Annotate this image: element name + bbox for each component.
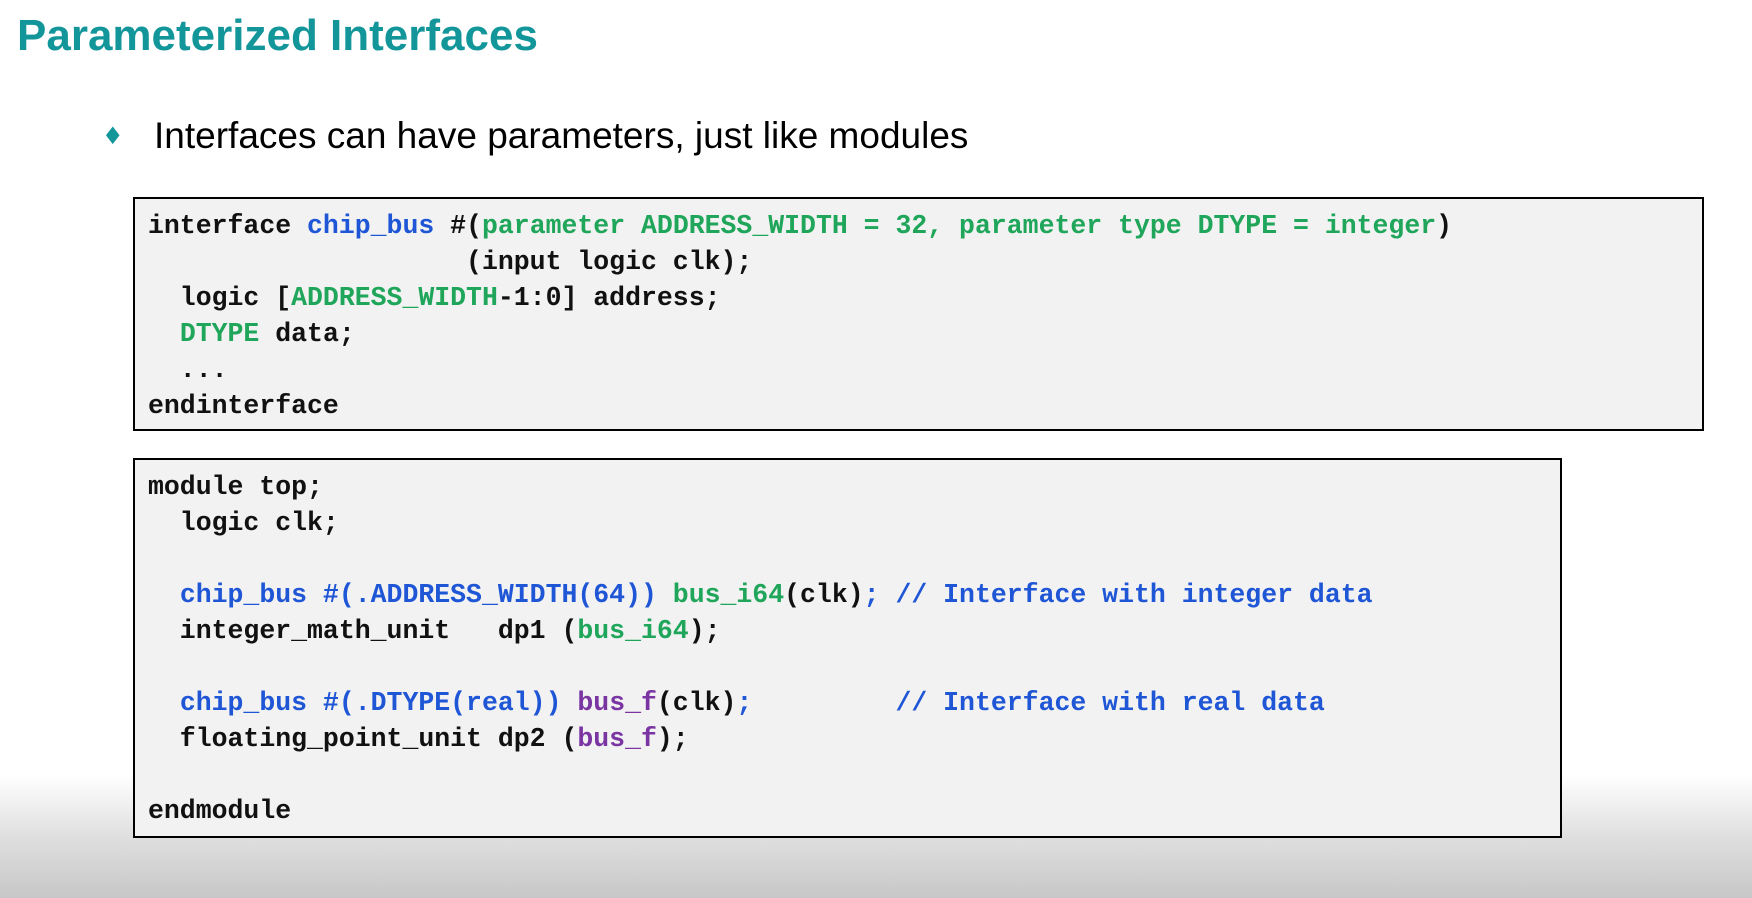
code-line: DTYPE data; — [148, 316, 1702, 352]
code-token: ... — [148, 355, 228, 385]
bullet-text: Interfaces can have parameters, just lik… — [154, 115, 969, 156]
code-line: ... — [148, 352, 1702, 388]
code-token: chip_bus #(.ADDRESS_WIDTH(64)) — [179, 580, 657, 610]
code-token: ADDRESS_WIDTH — [291, 283, 498, 313]
code-token: (clk) — [656, 688, 737, 718]
code-line: logic clk; — [148, 505, 1560, 541]
code-token: parameter ADDRESS_WIDTH = 32, parameter … — [481, 211, 1437, 241]
module-code-block: module top; logic clk; chip_bus #(.ADDRE… — [133, 458, 1562, 838]
code-token: module top; — [148, 472, 323, 502]
code-token: ); — [688, 616, 721, 646]
code-token: bus_f — [577, 688, 657, 718]
code-token: #( — [434, 211, 482, 241]
code-line: module top; — [148, 469, 1560, 505]
code-token: (clk) — [784, 580, 864, 610]
code-token: DTYPE — [179, 319, 260, 349]
code-token: endinterface — [148, 391, 339, 421]
interface-code-block: interface chip_bus #(parameter ADDRESS_W… — [133, 197, 1704, 431]
code-token: chip_bus — [307, 211, 435, 241]
code-token: chip_bus #(.DTYPE(real)) — [179, 688, 562, 718]
code-token: bus_i64 — [672, 580, 785, 610]
code-line: logic [ADDRESS_WIDTH-1:0] address; — [148, 280, 1702, 316]
slide-title: Parameterized Interfaces — [17, 11, 538, 60]
code-line: endinterface — [148, 388, 1702, 424]
code-line: integer_math_unit dp1 (bus_i64); — [148, 613, 1560, 649]
code-line: chip_bus #(.ADDRESS_WIDTH(64)) bus_i64(c… — [148, 577, 1560, 613]
code-token: ) — [1436, 211, 1453, 241]
code-token: interface — [148, 211, 308, 241]
code-line: endmodule — [148, 793, 1560, 829]
code-token: ; // Interface with real data — [736, 688, 1325, 718]
diamond-bullet-icon: ♦ — [102, 122, 124, 150]
code-token: logic clk; — [148, 508, 339, 538]
code-token: bus_f — [577, 724, 657, 754]
code-token: logic [ — [148, 283, 292, 313]
code-line: floating_point_unit dp2 (bus_f); — [148, 721, 1560, 757]
code-token: ; // Interface with integer data — [863, 580, 1373, 610]
code-token: data; — [259, 319, 355, 349]
code-token: -1:0] address; — [497, 283, 721, 313]
code-token: endmodule — [148, 796, 292, 826]
code-line: (input logic clk); — [148, 244, 1702, 280]
code-token: ); — [656, 724, 689, 754]
code-line: interface chip_bus #(parameter ADDRESS_W… — [148, 208, 1702, 244]
code-token: floating_point_unit dp2 ( — [148, 724, 578, 754]
code-token: (input logic clk); — [148, 247, 753, 277]
bullet-item: ♦ Interfaces can have parameters, just l… — [102, 114, 968, 158]
code-token: integer_math_unit dp1 ( — [148, 616, 578, 646]
code-line: chip_bus #(.DTYPE(real)) bus_f(clk); // … — [148, 685, 1560, 721]
code-token: bus_i64 — [577, 616, 689, 646]
